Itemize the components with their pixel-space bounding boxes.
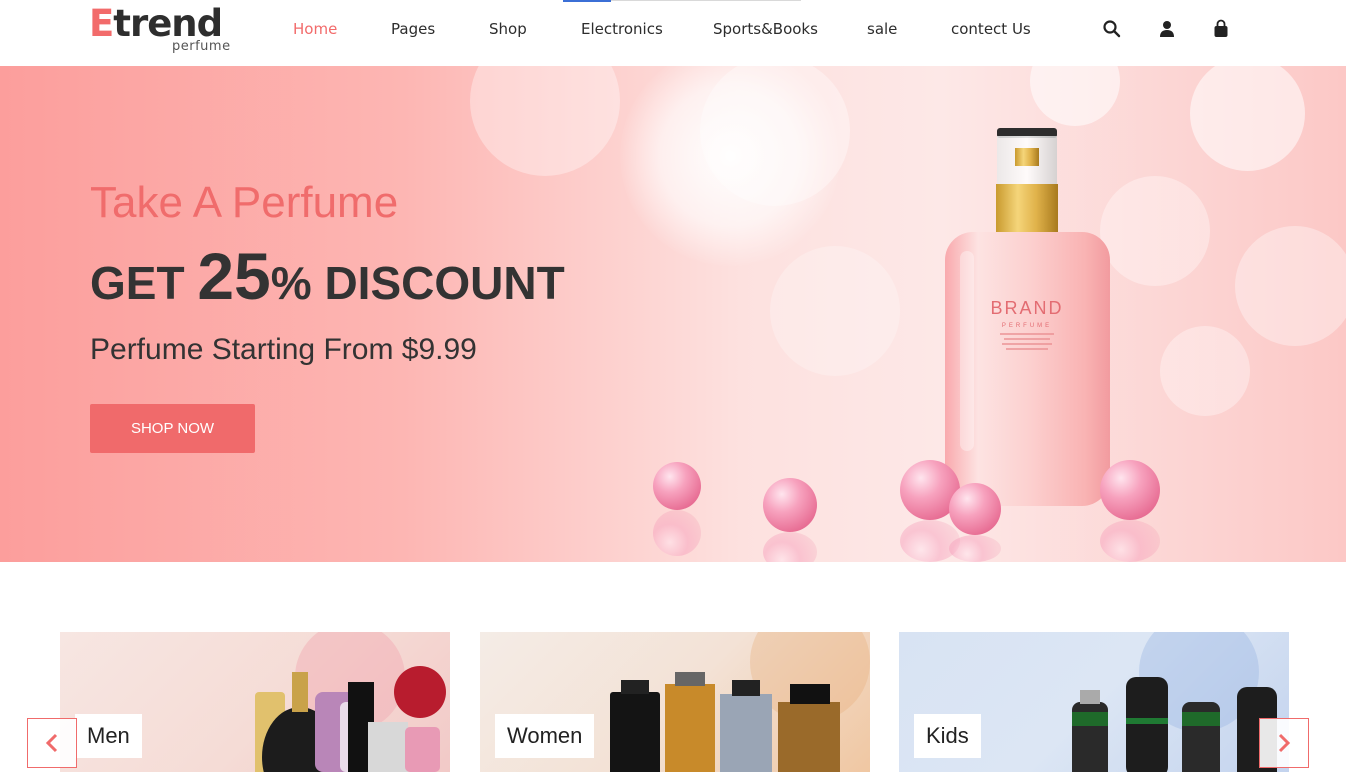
hero-discount-heading: GET 25% DISCOUNT [90,239,565,313]
hero-banner: Take A Perfume GET 25% DISCOUNT Perfume … [0,66,1346,562]
carousel-next-button[interactable] [1259,718,1309,768]
pearl-reflection [653,510,701,556]
shop-now-button[interactable]: SHOP NOW [90,404,255,453]
search-icon[interactable] [1102,19,1122,39]
category-card-kids[interactable]: Kids [899,632,1289,772]
carousel-prev-button[interactable] [27,718,77,768]
category-card-women[interactable]: Women [480,632,870,772]
bokeh-light [770,246,900,376]
category-card-men[interactable]: Men [60,632,450,772]
pearl-reflection [1100,520,1160,562]
category-label-kids: Kids [914,714,981,758]
logo-subtitle: perfume [172,39,231,54]
perfume-bottle-image: BRAND PERFUME [940,126,1120,506]
nav-item-pages[interactable]: Pages [391,20,435,38]
pearl-decoration [1100,460,1160,520]
bokeh-light [1160,326,1250,416]
logo-wordmark: Etrend [89,2,223,45]
chevron-right-icon [1278,733,1291,753]
category-label-men: Men [75,714,142,758]
nav-item-sports-books[interactable]: Sports&Books [713,20,818,38]
pearl-reflection [900,520,960,562]
bokeh-light [1190,66,1305,171]
nav-item-shop[interactable]: Shop [489,20,527,38]
hero-subtitle: Perfume Starting From $9.99 [90,333,477,366]
bottle-brand-sub: PERFUME [1002,323,1052,329]
nav-top-indicator [563,0,611,2]
category-label-women: Women [495,714,595,758]
pearl-decoration [949,483,1001,535]
bokeh-light [470,66,620,176]
nav-item-home[interactable]: Home [293,20,337,38]
nav-item-contact[interactable]: contect Us [951,20,1031,38]
brand-logo[interactable]: Etrend perfume [89,4,239,56]
shopping-bag-icon[interactable] [1211,19,1231,39]
site-header: Etrend perfume Home Pages Shop Electroni… [0,0,1346,66]
pearl-reflection [949,535,1001,562]
nav-item-sale[interactable]: sale [867,20,897,38]
chevron-left-icon [45,733,58,753]
user-icon[interactable] [1157,19,1177,39]
pearl-decoration [763,478,817,532]
pearl-decoration [653,462,701,510]
bokeh-light [1235,226,1346,346]
hero-tagline: Take A Perfume [90,178,399,227]
nav-top-divider [611,0,801,1]
pearl-reflection [763,532,817,562]
bokeh-light [1030,66,1120,126]
nav-item-electronics[interactable]: Electronics [581,20,663,38]
bottle-brand-text: BRAND [990,298,1063,318]
